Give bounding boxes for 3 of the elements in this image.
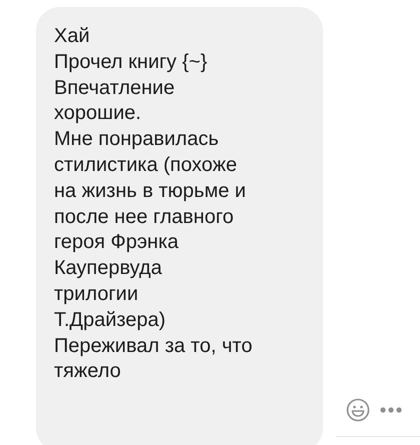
message-text: Хай Прочел книгу {~} Впечатление хорошие. Мне понравилась стилистика (похоже на жизнь в тюрьме и после нее главного героя Фрэнка Каупервуда трилогии Т.Драйзера) Переживал за то, что тяжело [54,24,254,384]
more-icon[interactable] [380,407,402,413]
smiley-icon[interactable] [346,398,370,422]
